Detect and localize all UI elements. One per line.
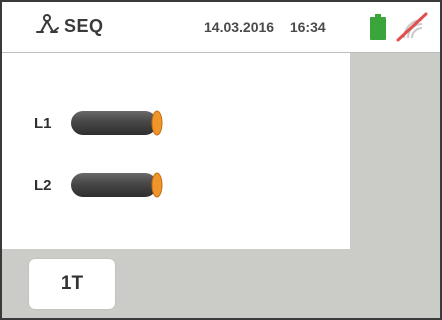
mode-1t-button[interactable]: 1T: [29, 259, 115, 309]
cable-icon: [71, 110, 163, 136]
mode-label: SEQ: [64, 16, 104, 36]
measurement-panel: L1 L2: [2, 53, 350, 249]
instrument-screen: SEQ 14.03.2016 16:34 L1 L2 1T: [0, 0, 442, 320]
battery-icon: [370, 14, 386, 40]
status-bar: SEQ 14.03.2016 16:34: [2, 2, 440, 53]
phase-row-l2: L2: [34, 170, 174, 200]
date-text: 14.03.2016: [204, 19, 275, 35]
phase-label-l2: L2: [34, 177, 52, 194]
phase-sequence-icon: [36, 14, 59, 33]
wireless-disabled-icon: [396, 12, 428, 42]
time-text: 16:34: [289, 19, 326, 35]
cable-icon: [71, 172, 163, 198]
phase-label-l1: L1: [34, 115, 52, 132]
date-time: 14.03.2016 16:34: [204, 19, 326, 35]
phase-row-l1: L1: [34, 108, 174, 138]
